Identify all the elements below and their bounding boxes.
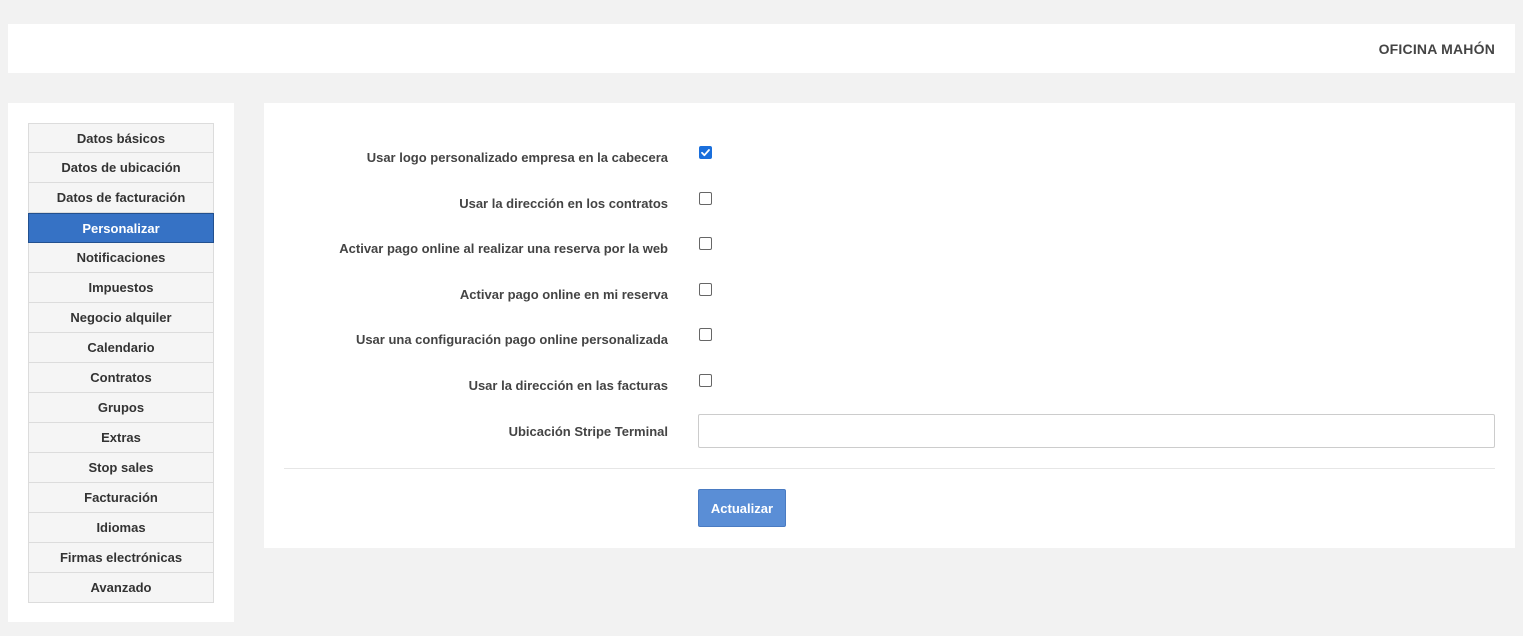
- checkbox-direccion-contratos[interactable]: [699, 192, 712, 205]
- option-label-direccion-facturas: Usar la dirección en las facturas: [468, 378, 668, 393]
- office-name[interactable]: OFICINA MAHÓN: [1379, 41, 1495, 57]
- check-icon: [701, 149, 710, 157]
- sidebar-item-negocio-alquiler[interactable]: Negocio alquiler: [28, 303, 214, 333]
- checkbox-pago-online-web[interactable]: [699, 237, 712, 250]
- form-row-direccion-facturas: Usar la dirección en las facturas: [264, 374, 1515, 408]
- checkbox-pago-online-reserva[interactable]: [699, 283, 712, 296]
- sidebar-item-firmas-electronicas[interactable]: Firmas electrónicas: [28, 543, 214, 573]
- checkbox-config-pago[interactable]: [699, 328, 712, 341]
- option-label-pago-online-web: Activar pago online al realizar una rese…: [339, 241, 668, 256]
- sidebar-item-personalizar[interactable]: Personalizar: [28, 213, 214, 243]
- form-row-direccion-contratos: Usar la dirección en los contratos: [264, 192, 1515, 226]
- sidebar-item-facturacion[interactable]: Facturación: [28, 483, 214, 513]
- form-row-pago-online-web: Activar pago online al realizar una rese…: [264, 237, 1515, 271]
- sidebar-item-avanzado[interactable]: Avanzado: [28, 573, 214, 603]
- form-row-logo: Usar logo personalizado empresa en la ca…: [264, 146, 1515, 180]
- sidebar-item-stop-sales[interactable]: Stop sales: [28, 453, 214, 483]
- form-divider: [284, 468, 1495, 469]
- sidebar-menu: Datos básicos Datos de ubicación Datos d…: [28, 123, 214, 603]
- checkbox-direccion-facturas[interactable]: [699, 374, 712, 387]
- option-label-pago-online-reserva: Activar pago online en mi reserva: [459, 287, 668, 302]
- sidebar: Datos básicos Datos de ubicación Datos d…: [8, 103, 234, 622]
- stripe-terminal-label: Ubicación Stripe Terminal: [508, 424, 668, 439]
- form-row-config-pago: Usar una configuración pago online perso…: [264, 328, 1515, 362]
- sidebar-item-notificaciones[interactable]: Notificaciones: [28, 243, 214, 273]
- sidebar-item-impuestos[interactable]: Impuestos: [28, 273, 214, 303]
- update-button[interactable]: Actualizar: [698, 489, 786, 527]
- sidebar-item-extras[interactable]: Extras: [28, 423, 214, 453]
- option-label-direccion-contratos: Usar la dirección en los contratos: [459, 196, 668, 211]
- stripe-terminal-input[interactable]: [698, 414, 1495, 448]
- settings-panel: Usar logo personalizado empresa en la ca…: [264, 103, 1515, 548]
- sidebar-item-calendario[interactable]: Calendario: [28, 333, 214, 363]
- top-bar: OFICINA MAHÓN: [8, 24, 1515, 73]
- sidebar-item-datos-basicos[interactable]: Datos básicos: [28, 123, 214, 153]
- option-label-logo: Usar logo personalizado empresa en la ca…: [366, 150, 668, 165]
- form-row-pago-online-reserva: Activar pago online en mi reserva: [264, 283, 1515, 317]
- checkbox-logo[interactable]: [699, 146, 712, 159]
- sidebar-item-contratos[interactable]: Contratos: [28, 363, 214, 393]
- sidebar-item-datos-facturacion[interactable]: Datos de facturación: [28, 183, 214, 213]
- sidebar-item-grupos[interactable]: Grupos: [28, 393, 214, 423]
- option-label-config-pago: Usar una configuración pago online perso…: [355, 332, 668, 347]
- sidebar-item-idiomas[interactable]: Idiomas: [28, 513, 214, 543]
- sidebar-item-datos-ubicacion[interactable]: Datos de ubicación: [28, 153, 214, 183]
